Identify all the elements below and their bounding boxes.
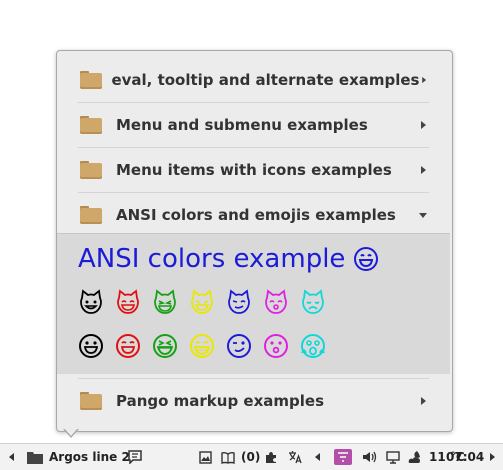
grinning-face-icon xyxy=(79,334,103,358)
smiley-emoji-row[interactable] xyxy=(78,333,337,359)
cat-face-icon xyxy=(265,289,287,314)
argos-indicator[interactable]: Argos line 2 xyxy=(26,444,130,470)
menu-item-eval-tooltip[interactable]: eval, tooltip and alternate examples xyxy=(78,58,429,102)
cat-emoji-row[interactable] xyxy=(78,289,337,315)
cat-face-icon xyxy=(302,289,324,314)
speaker-icon xyxy=(363,451,377,463)
monitor-icon xyxy=(386,450,400,464)
app-icon xyxy=(334,449,352,465)
menu-item-label: Pango markup examples xyxy=(116,392,325,410)
image-icon xyxy=(199,450,212,464)
book-icon xyxy=(221,451,235,464)
chevron-right-icon xyxy=(421,397,426,405)
updates-indicator[interactable]: (0) xyxy=(221,444,260,470)
cat-face-icon xyxy=(80,289,102,314)
triangle-right-icon xyxy=(490,453,495,461)
menu-item-pango-markup[interactable]: Pango markup examples xyxy=(78,379,429,423)
folder-icon xyxy=(80,206,102,224)
volume-button[interactable] xyxy=(362,444,378,470)
cat-face-icon xyxy=(117,289,139,314)
menu-item-label: Menu and submenu examples xyxy=(116,116,368,134)
display-button[interactable] xyxy=(386,444,400,470)
taskbar: Argos line 2 (0) 11 °C 07:04 xyxy=(0,443,503,470)
triangle-left-icon xyxy=(9,453,14,461)
chevron-right-icon xyxy=(421,121,426,129)
language-button[interactable] xyxy=(288,444,302,470)
grinning-squint-face-icon xyxy=(190,334,214,358)
hushed-face-icon xyxy=(264,334,288,358)
menu-item-ansi-colors-emojis[interactable]: ANSI colors and emojis examples xyxy=(78,193,429,237)
folder-icon xyxy=(80,71,102,89)
scroll-left-button-2[interactable] xyxy=(314,444,322,470)
scroll-right-button[interactable] xyxy=(488,444,496,470)
grinning-smiley-icon xyxy=(354,247,379,271)
chat-button[interactable] xyxy=(128,444,142,470)
menu-item-label: Menu items with icons examples xyxy=(116,161,392,179)
app-tray-icon[interactable] xyxy=(334,444,352,470)
argos-label: Argos line 2 xyxy=(49,450,130,464)
ansi-colors-example-item[interactable]: ANSI colors example xyxy=(78,244,379,274)
clock-time: 07:04 xyxy=(446,450,485,464)
popup-pointer-inner xyxy=(64,428,78,436)
folder-icon xyxy=(80,392,102,410)
chevron-right-icon xyxy=(421,166,426,174)
menu-item-menu-submenu[interactable]: Menu and submenu examples xyxy=(78,103,429,147)
chat-icon xyxy=(128,450,142,464)
screaming-face-icon xyxy=(301,334,325,358)
chevron-down-icon xyxy=(419,213,427,218)
cat-face-icon xyxy=(154,289,176,314)
puzzle-icon xyxy=(266,452,276,463)
winking-face-icon xyxy=(227,334,251,358)
scroll-left-button[interactable] xyxy=(8,444,16,470)
updates-count: (0) xyxy=(241,450,261,464)
screenshot-button[interactable] xyxy=(199,444,212,470)
cloudy-night-icon xyxy=(408,451,420,463)
ansi-title-text: ANSI colors example xyxy=(78,244,346,274)
folder-icon xyxy=(80,116,102,134)
smiling-face-icon xyxy=(116,334,140,358)
menu-item-label: ANSI colors and emojis examples xyxy=(116,206,396,224)
clock[interactable]: 07:04 xyxy=(446,444,484,470)
folder-icon xyxy=(27,451,43,464)
translate-icon xyxy=(289,451,302,464)
chevron-right-icon xyxy=(422,76,427,84)
menu-item-label: eval, tooltip and alternate examples xyxy=(111,71,420,89)
menu-item-icons[interactable]: Menu items with icons examples xyxy=(78,148,429,192)
cat-face-icon xyxy=(191,289,213,314)
laughing-face-icon xyxy=(153,334,177,358)
folder-icon xyxy=(80,161,102,179)
triangle-left-icon xyxy=(315,453,320,461)
extensions-button[interactable] xyxy=(264,444,278,470)
cat-face-icon xyxy=(228,289,250,314)
